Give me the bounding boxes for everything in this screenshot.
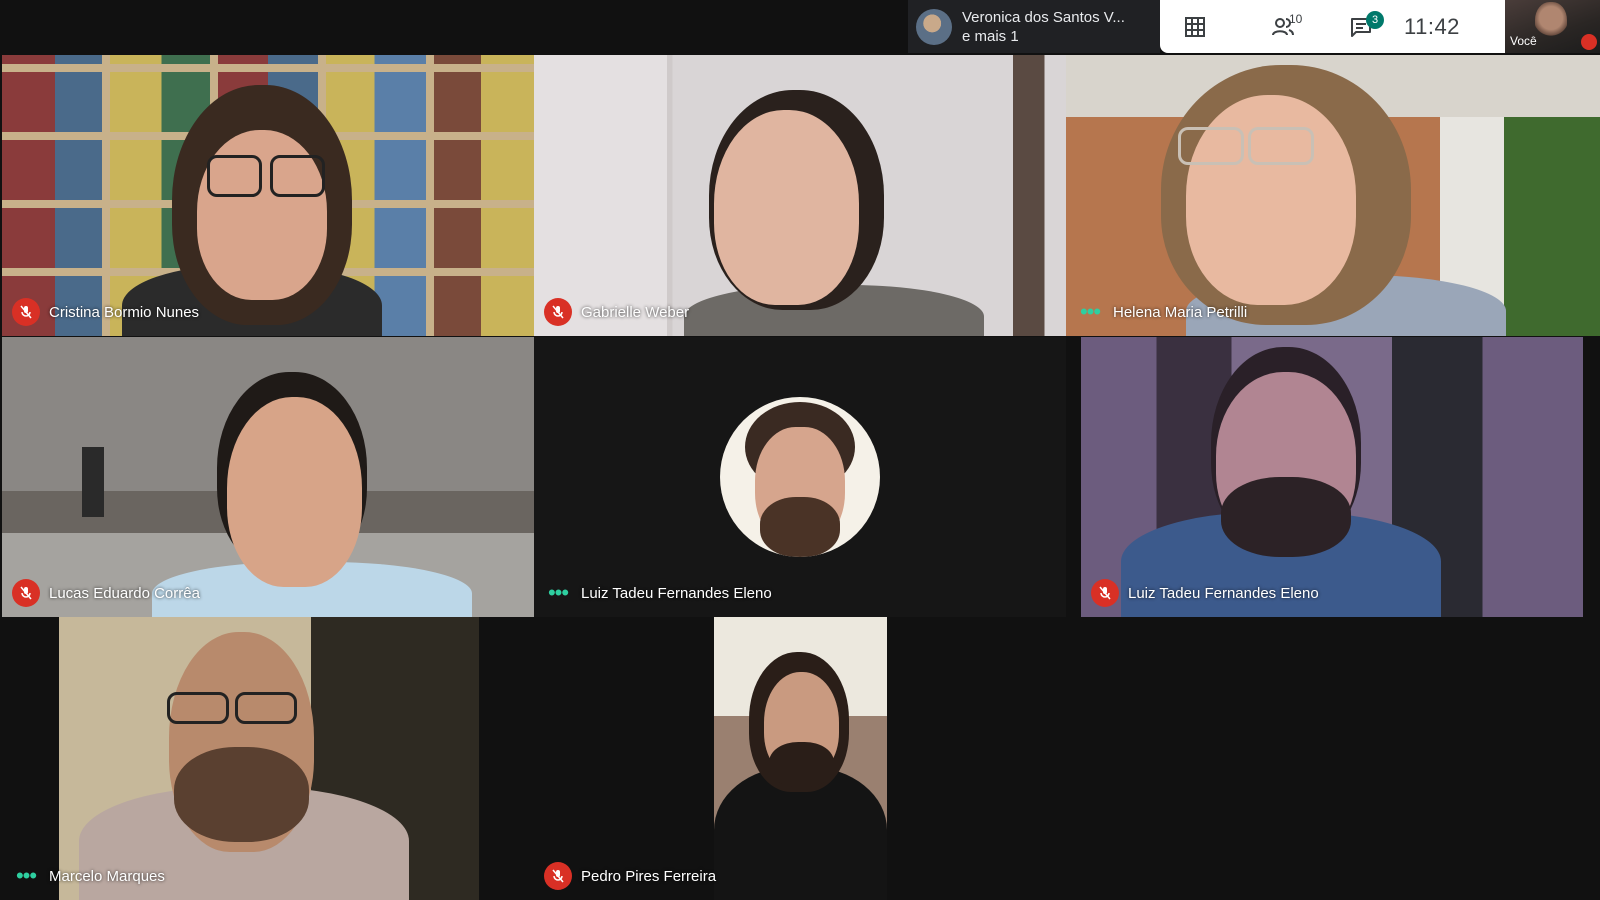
person-beard bbox=[1221, 477, 1351, 557]
speaker-object bbox=[82, 447, 104, 517]
participant-tile[interactable]: Gabrielle Weber bbox=[534, 55, 1066, 336]
participant-label: Cristina Bormio Nunes bbox=[12, 298, 199, 326]
glasses bbox=[167, 692, 229, 724]
participant-label: ••• Marcelo Marques bbox=[12, 862, 165, 890]
presenter-indicator[interactable]: Veronica dos Santos V... e mais 1 bbox=[908, 0, 1160, 53]
mic-off-icon bbox=[544, 298, 572, 326]
glasses bbox=[1178, 127, 1244, 165]
grid-icon bbox=[1185, 16, 1205, 37]
glasses bbox=[1248, 127, 1314, 165]
person-beard bbox=[769, 742, 834, 787]
top-bar: Veronica dos Santos V... e mais 1 10 3 1… bbox=[0, 0, 1600, 55]
glasses bbox=[235, 692, 297, 724]
participant-tile[interactable]: Pedro Pires Ferreira bbox=[534, 617, 1066, 900]
participant-name: Marcelo Marques bbox=[49, 867, 165, 885]
layout-grid-button[interactable] bbox=[1170, 7, 1220, 47]
participant-label: Lucas Eduardo Corrêa bbox=[12, 579, 200, 607]
presenter-avatar bbox=[916, 8, 952, 45]
participant-name: Pedro Pires Ferreira bbox=[581, 867, 717, 885]
participant-label: Pedro Pires Ferreira bbox=[544, 862, 716, 890]
participant-tile[interactable]: ••• Luiz Tadeu Fernandes Eleno bbox=[534, 337, 1066, 617]
participant-name: Gabrielle Weber bbox=[581, 303, 690, 321]
chat-count-badge: 3 bbox=[1366, 10, 1384, 29]
self-view-tile[interactable]: Você bbox=[1505, 0, 1600, 53]
mic-off-icon bbox=[544, 862, 572, 890]
video-feed bbox=[59, 617, 479, 900]
participant-name: Cristina Bormio Nunes bbox=[49, 303, 200, 321]
speaking-indicator-icon: ••• bbox=[547, 580, 569, 605]
people-button[interactable]: 10 bbox=[1258, 7, 1308, 47]
participant-name: Luiz Tadeu Fernandes Eleno bbox=[1128, 584, 1319, 602]
participant-label: Gabrielle Weber bbox=[544, 298, 689, 326]
participant-avatar bbox=[720, 397, 880, 557]
participant-tile[interactable]: Lucas Eduardo Corrêa bbox=[2, 337, 534, 617]
video-feed bbox=[714, 617, 887, 900]
glasses bbox=[207, 155, 262, 197]
self-label: Você bbox=[1510, 34, 1537, 48]
participant-label: Luiz Tadeu Fernandes Eleno bbox=[1091, 579, 1319, 607]
person-face bbox=[227, 397, 362, 587]
participant-label: ••• Helena Maria Petrilli bbox=[1076, 298, 1247, 326]
participant-label: ••• Luiz Tadeu Fernandes Eleno bbox=[544, 579, 772, 607]
self-video bbox=[1535, 2, 1567, 42]
participant-name: Helena Maria Petrilli bbox=[1113, 303, 1248, 321]
mic-off-icon bbox=[1581, 34, 1597, 50]
presenter-text: Veronica dos Santos V... e mais 1 bbox=[962, 8, 1125, 46]
participant-name: Lucas Eduardo Corrêa bbox=[49, 584, 200, 602]
participant-tile[interactable]: ••• Marcelo Marques bbox=[2, 617, 534, 900]
mic-off-icon bbox=[12, 579, 40, 607]
speaking-indicator-icon: ••• bbox=[1079, 299, 1101, 324]
person-beard bbox=[174, 747, 309, 842]
glasses bbox=[270, 155, 325, 197]
participant-tile[interactable]: Luiz Tadeu Fernandes Eleno bbox=[1081, 337, 1583, 617]
participant-tile[interactable]: Cristina Bormio Nunes bbox=[2, 55, 534, 336]
meeting-controls: 10 3 11:42 bbox=[1160, 0, 1505, 53]
avatar-beard bbox=[760, 497, 840, 557]
mic-off-icon bbox=[12, 298, 40, 326]
presenter-extra: e mais 1 bbox=[962, 27, 1019, 45]
participant-tile[interactable]: ••• Helena Maria Petrilli bbox=[1066, 55, 1600, 336]
participant-name: Luiz Tadeu Fernandes Eleno bbox=[581, 584, 772, 602]
chat-button[interactable]: 3 bbox=[1336, 7, 1386, 47]
clock: 11:42 bbox=[1404, 13, 1460, 39]
speaking-indicator-icon: ••• bbox=[15, 863, 37, 888]
people-count: 10 bbox=[1289, 11, 1303, 26]
presenter-name: Veronica dos Santos V... bbox=[962, 8, 1125, 26]
mic-off-icon bbox=[1091, 579, 1119, 607]
person-face bbox=[714, 110, 859, 305]
